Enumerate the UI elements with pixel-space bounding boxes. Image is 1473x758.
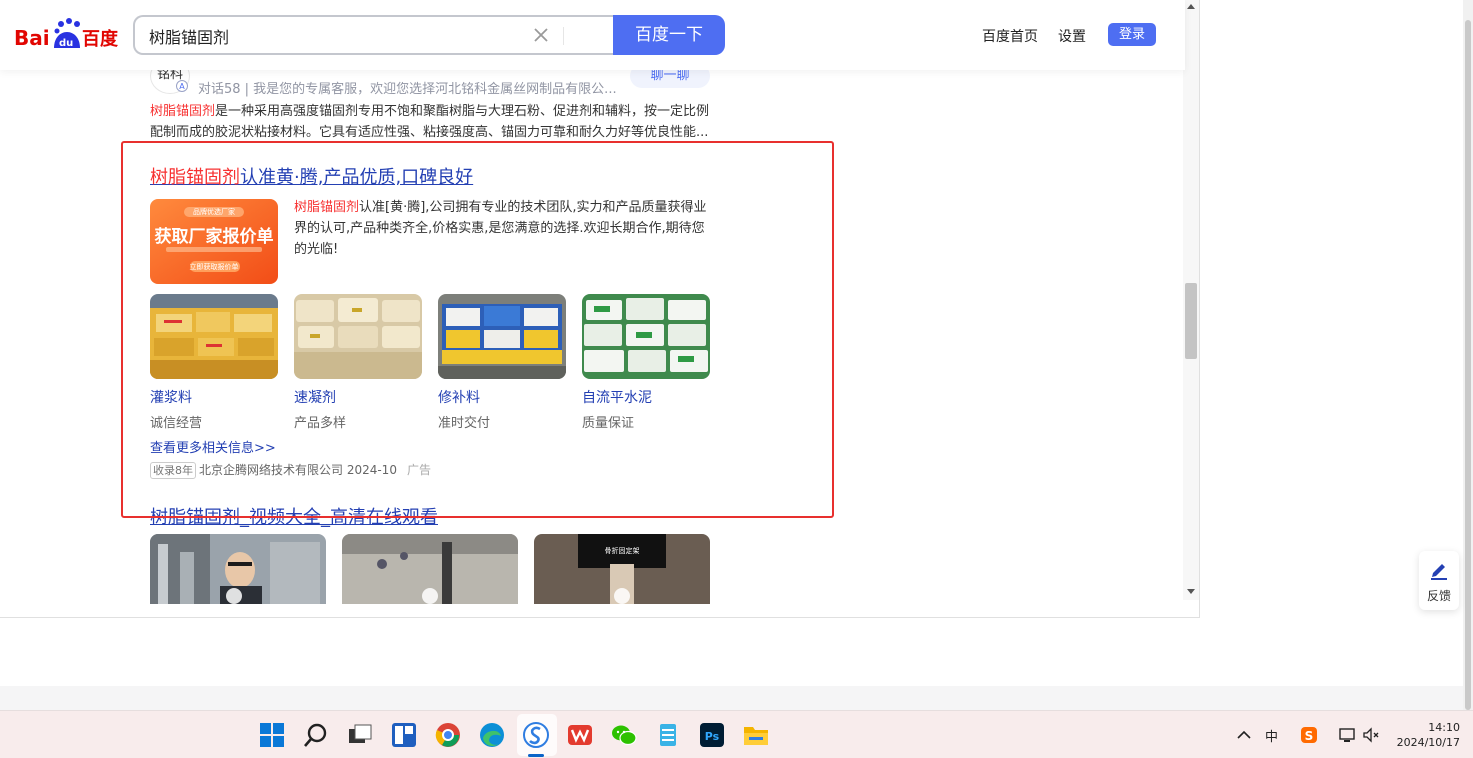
scroll-down-arrow-icon[interactable] — [1187, 589, 1195, 594]
chrome-icon[interactable] — [435, 722, 461, 748]
scroll-up-arrow-icon[interactable] — [1187, 4, 1195, 9]
search-divider — [563, 27, 564, 45]
wps-office-icon[interactable] — [567, 722, 593, 748]
svg-text:du: du — [59, 38, 73, 49]
taskbar: Ps 中 S 14:10 2024/10/17 — [0, 710, 1473, 758]
active-app-indicator — [528, 754, 544, 757]
nav-settings-link[interactable]: 设置 — [1058, 26, 1086, 46]
page-scrollbar[interactable] — [1183, 0, 1199, 600]
task-view-icon[interactable] — [347, 722, 373, 748]
edit-pen-icon — [1431, 564, 1447, 580]
gallery-item-subtitle: 质量保证 — [582, 416, 635, 431]
gallery-item[interactable]: 自流平水泥 质量保证 — [582, 294, 710, 431]
ad-title-link[interactable]: 树脂锚固剂认准黄·腾,产品优质,口碑良好 — [150, 163, 720, 189]
keyword-highlight: 树脂锚固剂 — [150, 104, 216, 119]
thumb-caption-main: 获取厂家报价单 — [154, 227, 274, 247]
scroll-thumb[interactable] — [1185, 283, 1197, 359]
video-result-title[interactable]: 树脂锚固剂_视频大全_高清在线观看 — [150, 503, 438, 529]
screen: 铭科 A 对话58 | 我是您的专属客服，欢迎您选择河北铭科金属丝网制品有限公.… — [0, 0, 1473, 758]
browser-viewport: 铭科 A 对话58 | 我是您的专属客服，欢迎您选择河北铭科金属丝网制品有限公.… — [0, 0, 1200, 618]
ad-footer: 收录8年 北京企腾网络技术有限公司 2024-10 广告 — [150, 461, 431, 479]
video-thumbnail[interactable] — [342, 534, 518, 604]
gallery-item-subtitle: 诚信经营 — [150, 416, 203, 431]
sogou-input-icon[interactable]: S — [1300, 726, 1318, 744]
chevron-up-icon[interactable] — [1235, 726, 1253, 744]
more-info-link[interactable]: 查看更多相关信息>> — [150, 437, 276, 456]
ad-thumbnail[interactable]: 品牌优选厂家 获取厂家报价单 立即获取报价单 — [150, 199, 278, 284]
gallery-item-title[interactable]: 自流平水泥 — [582, 387, 710, 407]
gallery-item-title[interactable]: 速凝剂 — [294, 387, 422, 407]
chat-meta: 对话58 | 我是您的专属客服，欢迎您选择河北铭科金属丝网制品有限公... — [198, 82, 617, 97]
ad-label: 广告 — [406, 463, 431, 477]
indexed-years-badge: 收录8年 — [150, 462, 196, 479]
search-button[interactable]: 百度一下 — [613, 15, 725, 55]
gallery-item-title[interactable]: 修补料 — [438, 387, 566, 407]
video-thumbnail[interactable] — [150, 534, 326, 604]
clock-date: 2024/10/17 — [1396, 736, 1460, 749]
search-box — [133, 15, 615, 55]
product-image[interactable] — [294, 294, 422, 379]
search-input[interactable] — [149, 26, 509, 45]
windows-start-icon[interactable] — [259, 722, 285, 748]
sogou-browser-icon[interactable] — [523, 722, 549, 748]
video-thumbnails: 骨折固定架 — [150, 534, 720, 604]
product-image[interactable] — [582, 294, 710, 379]
widgets-icon[interactable] — [391, 722, 417, 748]
search-icon[interactable] — [303, 722, 329, 748]
svg-text:百度: 百度 — [82, 28, 119, 50]
description-text: 是一种采用高强度锚固剂专用不饱和聚酯树脂与大理石粉、促进剂和辅料，按一定比例配制… — [150, 104, 710, 140]
wechat-icon[interactable] — [611, 722, 637, 748]
search-header: Bai du 百度 树脂锚固剂 百度一下 百度首页 设置 登录 — [0, 0, 1185, 70]
ad-description: 树脂锚固剂认准[黄·腾],公司拥有专业的技术团队,实力和产品质量获得业界的认可,… — [294, 197, 714, 260]
file-explorer-icon[interactable] — [743, 722, 769, 748]
feedback-label: 反馈 — [1426, 589, 1451, 603]
baidu-logo[interactable]: Bai du 百度 — [14, 18, 120, 52]
gallery-item[interactable]: 灌浆料 诚信经营 — [150, 294, 278, 431]
svg-text:A: A — [179, 82, 185, 91]
window-bottom-band — [0, 686, 1463, 710]
notepad-icon[interactable] — [655, 722, 681, 748]
system-clock[interactable]: 14:10 2024/10/17 — [1388, 720, 1460, 750]
desc-highlight: 树脂锚固剂 — [294, 200, 360, 215]
ime-indicator[interactable]: 中 — [1265, 726, 1278, 745]
video-thumbnail[interactable]: 骨折固定架 — [534, 534, 710, 604]
svg-text:Ps: Ps — [705, 730, 720, 743]
gallery-item[interactable]: 修补料 准时交付 — [438, 294, 566, 431]
gallery-item-title[interactable]: 灌浆料 — [150, 387, 278, 407]
gallery-item[interactable]: 速凝剂 产品多样 — [294, 294, 422, 431]
ad-result: 树脂锚固剂认准黄·腾,产品优质,口碑良好 品牌优选厂家 获取厂家报价单 立即获取… — [150, 163, 720, 479]
svg-text:S: S — [1305, 729, 1314, 743]
outer-scroll-thumb[interactable] — [1465, 20, 1471, 710]
product-image[interactable] — [438, 294, 566, 379]
video-thumbnail-caption: 骨折固定架 — [604, 547, 640, 555]
product-image[interactable] — [150, 294, 278, 379]
clock-time: 14:10 — [1428, 721, 1460, 734]
login-button[interactable]: 登录 — [1108, 23, 1156, 46]
result-description: 树脂锚固剂是一种采用高强度锚固剂专用不饱和聚酯树脂与大理石粉、促进剂和辅料，按一… — [150, 101, 715, 143]
network-icon[interactable] — [1338, 726, 1356, 744]
thumb-caption-top: 品牌优选厂家 — [193, 208, 235, 216]
verified-icon: A — [176, 80, 188, 92]
feedback-button[interactable]: 反馈 — [1419, 551, 1459, 610]
outer-scrollbar[interactable] — [1463, 0, 1473, 710]
advertiser-company[interactable]: 北京企腾网络技术有限公司 2024-10 — [199, 463, 397, 477]
title-highlight: 树脂锚固剂 — [150, 167, 240, 188]
product-gallery: 灌浆料 诚信经营 速凝剂 产品多样 修补料 准时交付 自流平水泥 质量保证 — [150, 294, 720, 434]
gallery-item-subtitle: 产品多样 — [294, 416, 347, 431]
edge-icon[interactable] — [479, 722, 505, 748]
volume-muted-icon[interactable] — [1362, 726, 1380, 744]
clear-icon[interactable] — [531, 25, 551, 45]
nav-home-link[interactable]: 百度首页 — [982, 26, 1038, 46]
title-text: 认准黄·腾,产品优质,口碑良好 — [240, 167, 474, 188]
results-area: 铭科 A 对话58 | 我是您的专属客服，欢迎您选择河北铭科金属丝网制品有限公.… — [0, 0, 1185, 617]
gallery-item-subtitle: 准时交付 — [438, 416, 491, 431]
thumb-caption-bottom: 立即获取报价单 — [189, 263, 239, 271]
photoshop-icon[interactable]: Ps — [699, 722, 725, 748]
svg-text:Bai: Bai — [14, 26, 50, 50]
